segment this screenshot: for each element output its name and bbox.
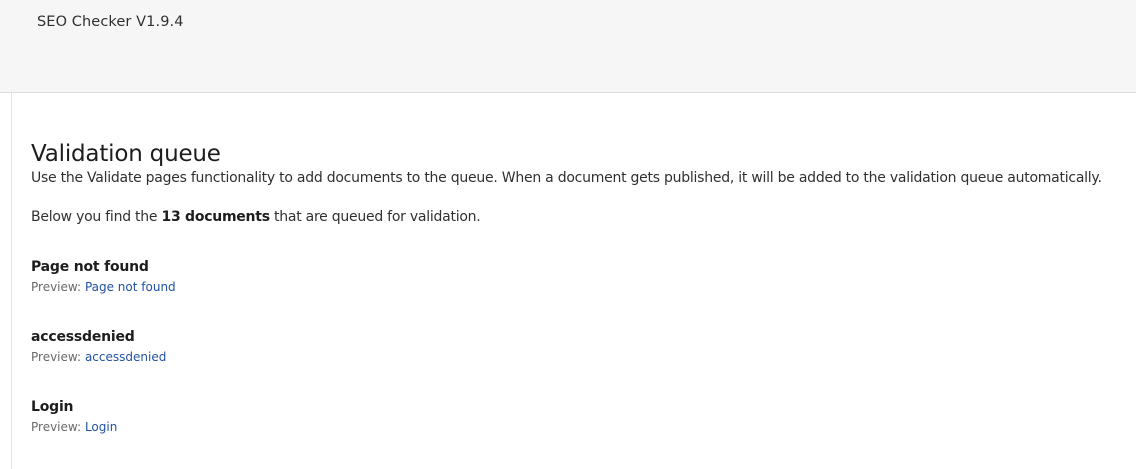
summary-suffix: that are queued for validation. [269,209,481,225]
preview-label: Preview: [31,280,82,294]
queue-item: accessdenied Preview: accessdenied [31,327,1121,397]
queue-item-name: accessdenied [31,329,135,345]
queue-summary: Below you find the 13 documents that are… [31,207,1121,227]
document-count: 13 documents [161,209,270,225]
preview-link[interactable]: Login [85,420,117,434]
main-content: Validation queue Use the Validate pages … [31,140,1121,467]
queue-item-preview: Preview: Page not found [31,277,1121,297]
preview-label: Preview: [31,350,82,364]
queue-item: Page not found Preview: Page not found [31,257,1121,327]
queue-item-preview: Preview: accessdenied [31,347,1121,367]
queue-item-name: Page not found [31,259,149,275]
app-header: SEO Checker V1.9.4 [0,0,1136,93]
summary-prefix: Below you find the [31,209,162,225]
preview-link[interactable]: Page not found [85,280,176,294]
preview-label: Preview: [31,420,82,434]
queue-list: Page not found Preview: Page not found a… [31,257,1121,467]
page-title: Validation queue [31,141,221,167]
intro-text: Use the Validate pages functionality to … [31,170,1102,186]
app-title: SEO Checker V1.9.4 [37,14,184,30]
queue-item: Login Preview: Login [31,397,1121,467]
queue-item-name: Login [31,399,74,415]
preview-link[interactable]: accessdenied [85,350,166,364]
queue-item-preview: Preview: Login [31,417,1121,437]
